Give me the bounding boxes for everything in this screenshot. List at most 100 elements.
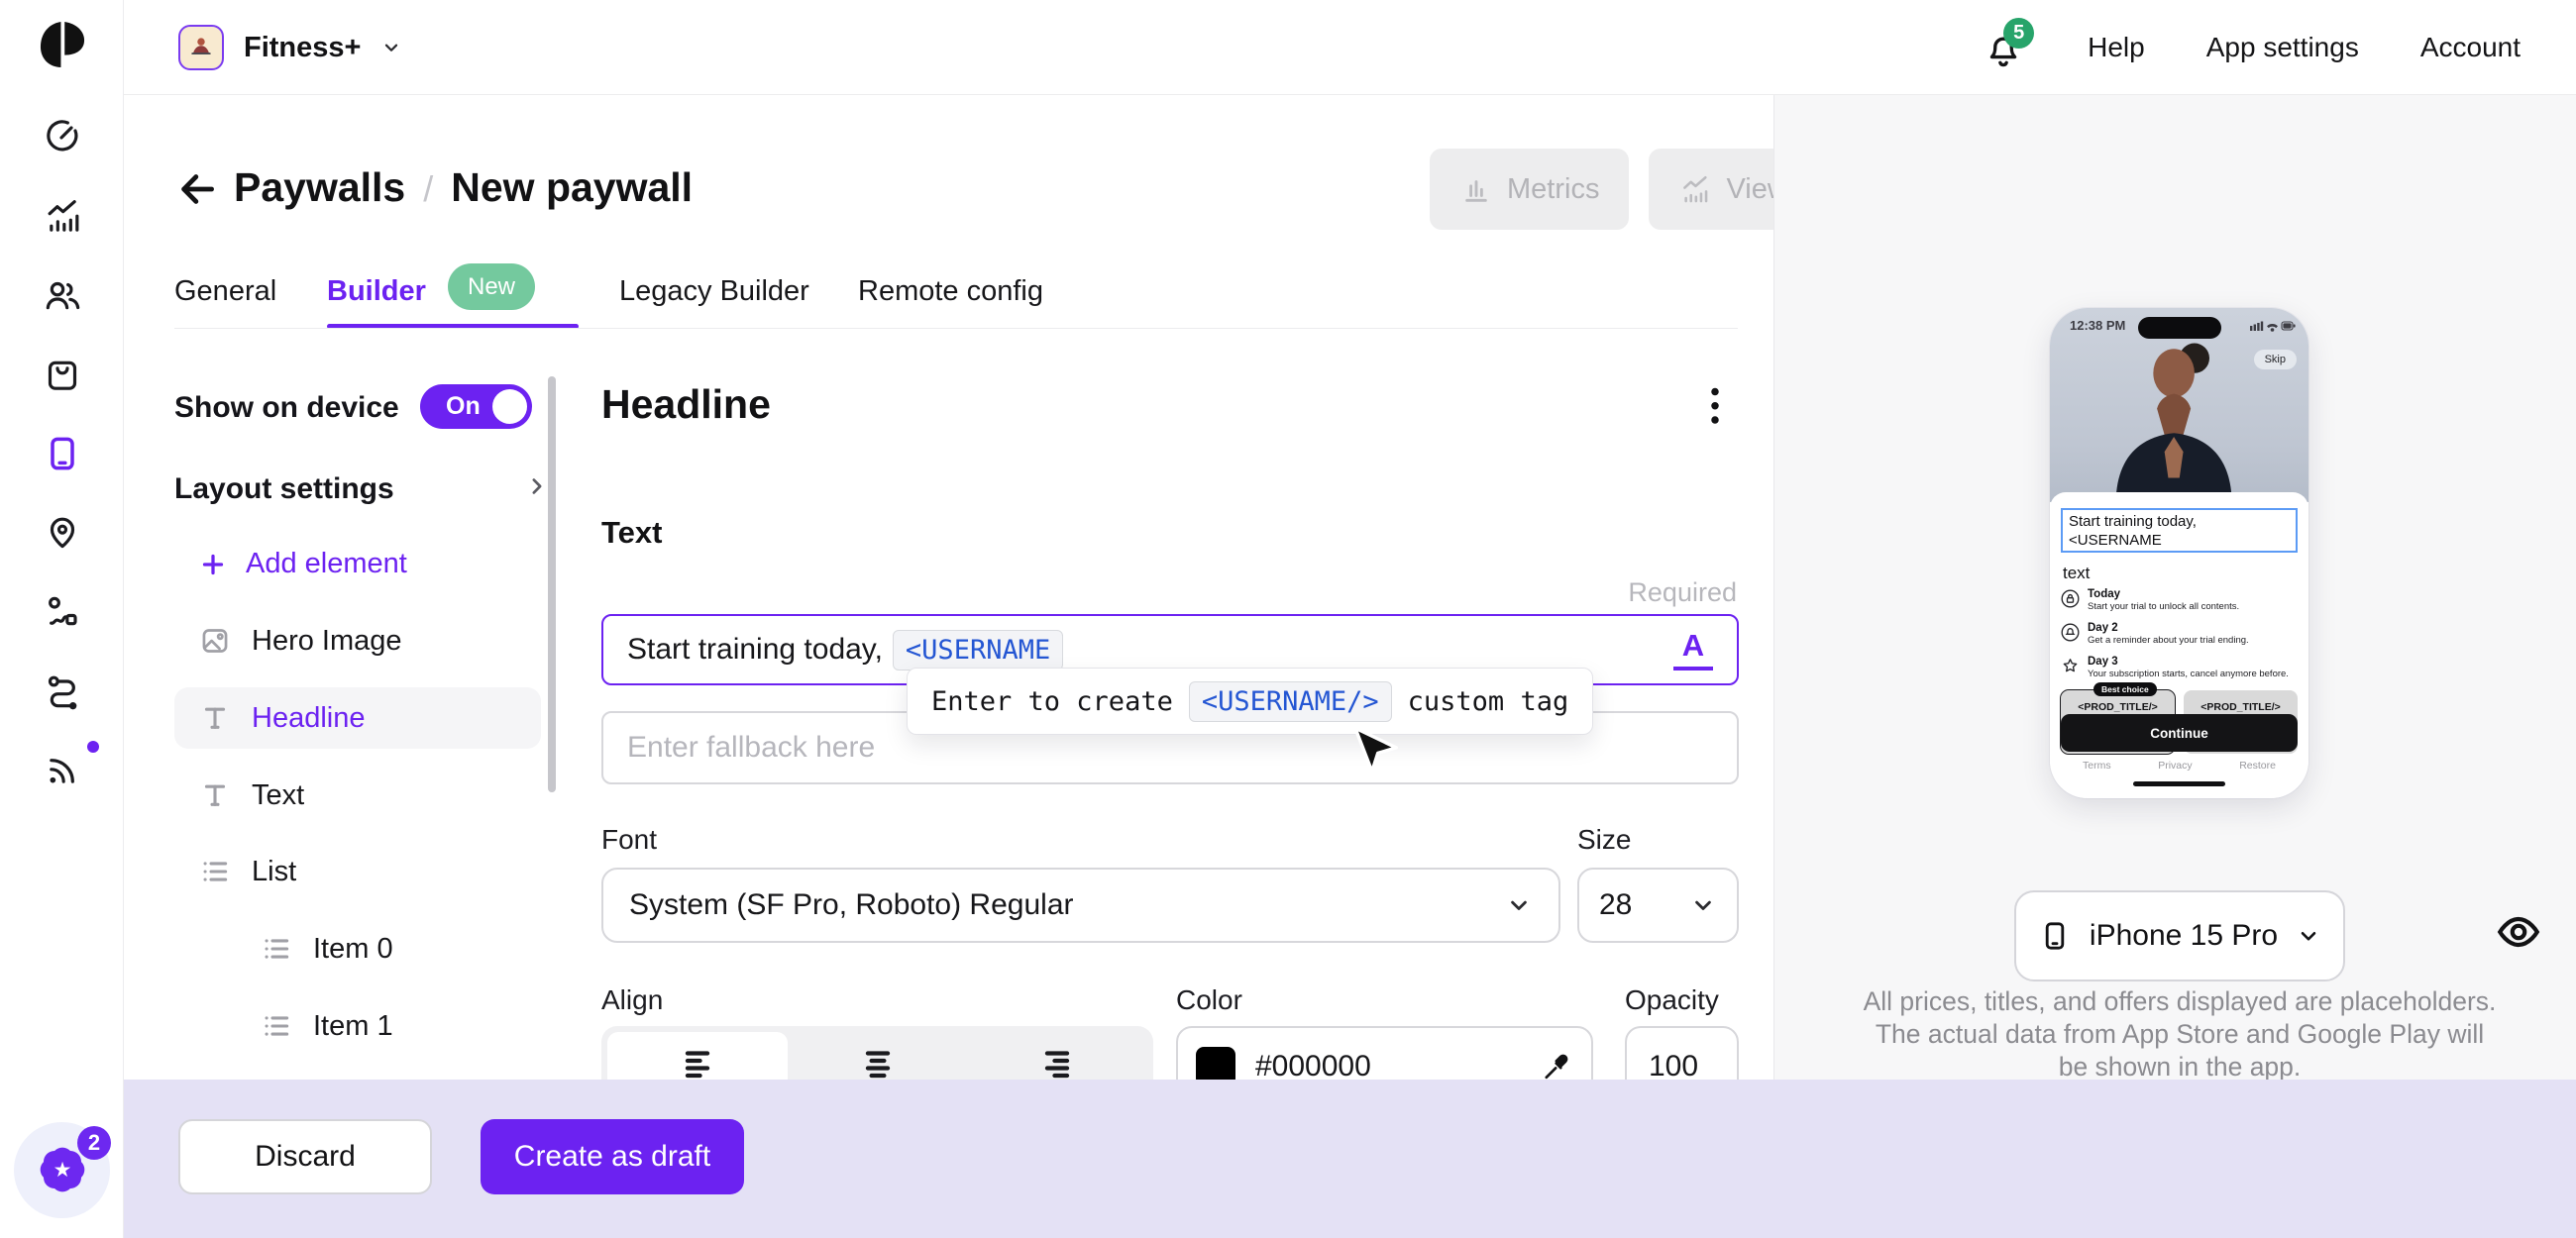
device-select[interactable]: iPhone 15 Pro <box>2014 890 2345 981</box>
help-link[interactable]: Help <box>2088 32 2145 63</box>
new-badge: New <box>448 263 535 310</box>
plus-icon <box>198 550 228 579</box>
toggle-knob <box>492 389 527 424</box>
chevron-down-icon <box>2296 923 2321 949</box>
breadcrumb-current: New paywall <box>451 164 693 211</box>
chevron-down-icon <box>1505 891 1533 919</box>
element-item-item-0[interactable]: Item 0 <box>174 918 541 980</box>
legal-links: Terms Privacy Restore <box>2061 760 2298 772</box>
flows-icon[interactable] <box>34 662 91 719</box>
paywalls-icon[interactable] <box>34 425 91 482</box>
text-icon <box>198 778 232 812</box>
products-icon[interactable] <box>34 346 91 403</box>
best-choice-badge: Best choice <box>2093 682 2157 696</box>
topbar-right: 5 Help App settings Account <box>1983 0 2521 95</box>
font-select[interactable]: System (SF Pro, Roboto) Regular <box>601 868 1560 943</box>
app-settings-link[interactable]: App settings <box>2206 32 2359 63</box>
custom-tag-tooltip: Enter to create <USERNAME/> custom tag <box>907 668 1593 735</box>
add-element-button[interactable]: Add element <box>198 548 407 580</box>
notifications-button[interactable]: 5 <box>1983 24 2026 71</box>
back-arrow-icon[interactable] <box>174 166 220 210</box>
eyedropper-icon[interactable] <box>1540 1050 1573 1083</box>
metrics-button[interactable]: Metrics <box>1430 149 1629 230</box>
discard-button[interactable]: Discard <box>178 1119 432 1194</box>
continue-button[interactable]: Continue <box>2061 714 2298 752</box>
preview-headline[interactable]: Start training today, <USERNAME <box>2061 508 2298 553</box>
paywall-builder-app: ★ 2 Fitness+ 5 Help App settings Account… <box>0 0 2576 1238</box>
bell-icon <box>2061 623 2080 642</box>
app-switcher[interactable]: Fitness+ <box>178 0 402 95</box>
benefit-row: Day 2 Get a reminder about your trial en… <box>2061 622 2299 646</box>
status-icons <box>2250 320 2296 332</box>
size-label: Size <box>1577 824 1631 856</box>
tab-builder[interactable]: Builder <box>327 275 426 308</box>
seal-star-icon: ★ <box>41 1148 84 1191</box>
opacity-label: Opacity <box>1625 984 1719 1016</box>
list-icon <box>260 932 293 966</box>
element-item-item-1[interactable]: Item 1 <box>174 995 541 1057</box>
elements-panel: Show on device On Layout settings Add el… <box>174 366 571 1080</box>
eye-icon <box>2495 908 2542 956</box>
home-indicator <box>2133 781 2225 786</box>
users-icon[interactable] <box>34 266 91 324</box>
breadcrumb-parent[interactable]: Paywalls <box>234 164 405 211</box>
line-chart-icon <box>1678 172 1712 206</box>
panel-scrollbar[interactable] <box>548 376 556 792</box>
lock-icon <box>2061 589 2080 608</box>
mouse-cursor <box>1344 723 1400 786</box>
custom-font-icon[interactable]: A <box>1673 628 1713 671</box>
chevron-down-icon <box>380 37 402 58</box>
app-name: Fitness+ <box>244 32 361 64</box>
page-header: Paywalls / New paywall Metrics View in a… <box>124 95 1773 258</box>
footer-bar: Discard Create as draft <box>124 1080 2576 1238</box>
image-icon <box>198 624 232 658</box>
terms-link[interactable]: Terms <box>2083 760 2111 772</box>
topbar: Fitness+ 5 Help App settings Account <box>124 0 2576 95</box>
size-select[interactable]: 28 <box>1577 868 1739 943</box>
whats-new-button[interactable]: ★ 2 <box>14 1122 110 1218</box>
chevron-right-icon <box>523 472 551 500</box>
dashboard-icon[interactable] <box>34 107 91 164</box>
meditating-person-icon <box>178 25 224 70</box>
event-feed-icon[interactable] <box>34 741 91 798</box>
tab-legacy-builder[interactable]: Legacy Builder <box>619 275 809 308</box>
tab-general[interactable]: General <box>174 275 276 308</box>
skip-button[interactable]: Skip <box>2254 350 2297 369</box>
privacy-link[interactable]: Privacy <box>2158 760 2192 772</box>
element-item-hero-image[interactable]: Hero Image <box>174 610 541 671</box>
username-tag-chip[interactable]: <USERNAME <box>893 630 1063 671</box>
show-on-device-toggle[interactable]: On <box>420 384 532 429</box>
text-section-label: Text <box>601 515 662 551</box>
restore-link[interactable]: Restore <box>2239 760 2276 772</box>
layout-settings-item[interactable]: Layout settings <box>174 472 394 506</box>
preview-disclaimer: All prices, titles, and offers displayed… <box>1863 985 2497 1083</box>
element-item-headline[interactable]: Headline <box>174 687 541 749</box>
whats-new-count-badge: 2 <box>77 1126 111 1160</box>
preview-text-element[interactable]: text <box>2063 564 2090 583</box>
element-item-list[interactable]: List <box>174 841 541 902</box>
color-label: Color <box>1176 984 1242 1016</box>
create-as-draft-button[interactable]: Create as draft <box>481 1119 744 1194</box>
ab-tests-icon[interactable] <box>34 582 91 640</box>
breadcrumb: Paywalls / New paywall <box>234 164 693 211</box>
preview-eye-button[interactable] <box>2495 908 2542 956</box>
account-link[interactable]: Account <box>2420 32 2521 63</box>
tab-bar: General Builder New Legacy Builder Remot… <box>124 258 1773 329</box>
adapty-logo[interactable] <box>36 18 89 75</box>
required-label: Required <box>1628 577 1737 608</box>
breadcrumb-separator: / <box>423 168 433 210</box>
element-item-text[interactable]: Text <box>174 765 541 826</box>
kebab-menu-icon[interactable] <box>1697 384 1733 428</box>
analytics-icon[interactable] <box>34 187 91 245</box>
star-icon <box>2061 657 2080 675</box>
bar-chart-icon <box>1459 172 1493 206</box>
dynamic-island <box>2138 317 2221 339</box>
phone-preview: 12:38 PM Skip Start training today, <USE… <box>2050 308 2308 798</box>
placements-icon[interactable] <box>34 503 91 561</box>
phone-icon <box>2038 919 2072 953</box>
chevron-down-icon <box>1689 891 1717 919</box>
notification-count-badge: 5 <box>2003 18 2034 49</box>
show-on-device-label: Show on device <box>174 391 399 425</box>
tab-remote-config[interactable]: Remote config <box>858 275 1043 308</box>
align-label: Align <box>601 984 663 1016</box>
